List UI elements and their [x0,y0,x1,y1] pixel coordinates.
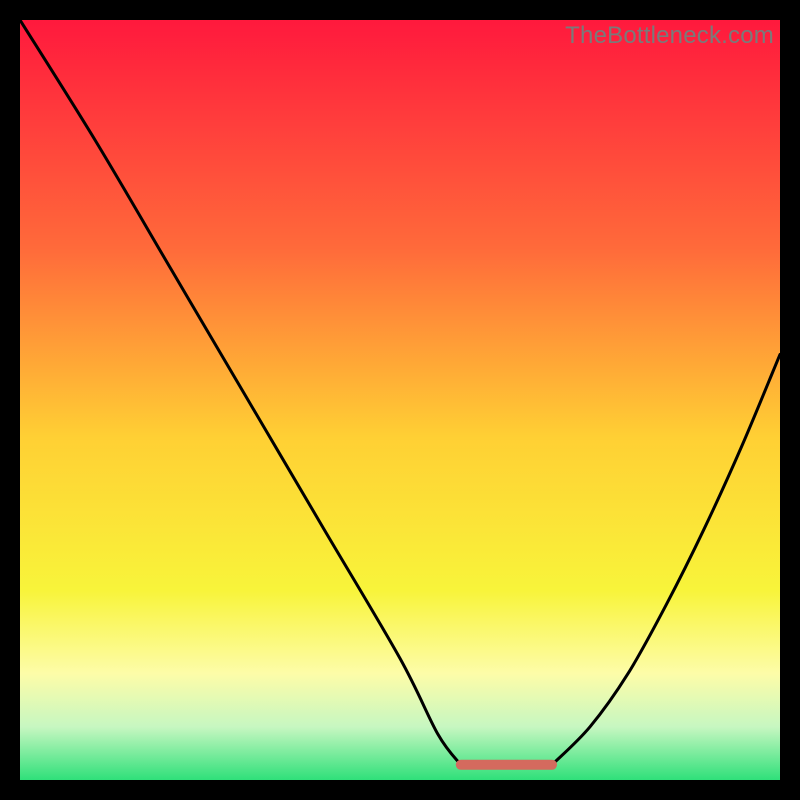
watermark-text: TheBottleneck.com [565,22,774,50]
bottleneck-chart [20,20,780,780]
gradient-background [20,20,780,780]
chart-frame: TheBottleneck.com [20,20,780,780]
